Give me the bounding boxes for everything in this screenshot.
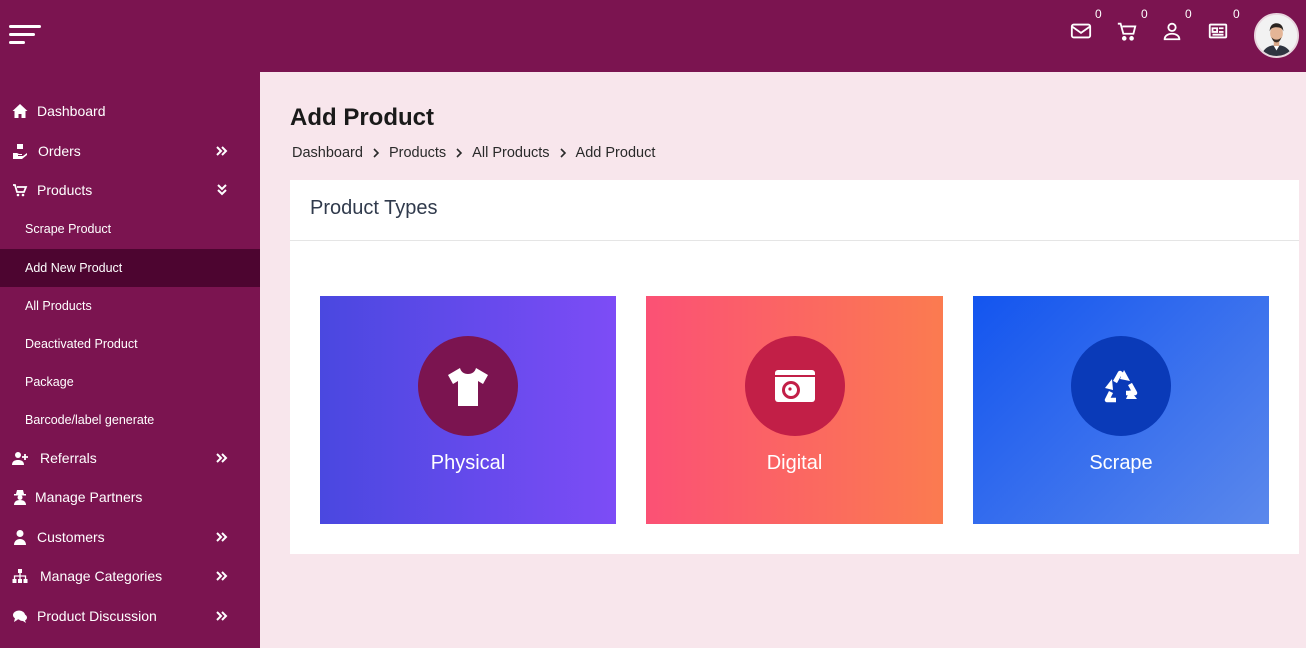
user-icon: [11, 529, 29, 545]
product-types-card: Product Types Physical Digital Scrape: [290, 180, 1299, 554]
card-title: Product Types: [310, 197, 438, 219]
sidebar-item-label: Orders: [38, 143, 81, 159]
chevron-right-icon: [456, 148, 463, 158]
hand-holding-box-icon: [11, 143, 29, 159]
user-secret-icon: [11, 489, 29, 505]
submenu-item-barcode-label-generate[interactable]: Barcode/label generate: [0, 401, 260, 439]
camera-icon: [744, 336, 845, 436]
sidebar-item-label: Manage Categories: [40, 568, 163, 584]
chevron-right-icon: [559, 148, 566, 158]
submenu-item-add-new-product[interactable]: Add New Product: [0, 249, 260, 287]
news-badge: 0: [1233, 7, 1240, 21]
top-navbar: 0 0 0 0: [0, 0, 1306, 72]
sidebar-item-label: Manage Partners: [35, 489, 143, 505]
chevron-double-right-icon: [216, 146, 228, 156]
sidebar-item-orders[interactable]: Orders: [0, 132, 260, 170]
divider: [290, 240, 1299, 241]
breadcrumb-current: Add Product: [575, 145, 656, 161]
submenu-item-package[interactable]: Package: [0, 363, 260, 401]
breadcrumb-all-products[interactable]: All Products: [472, 145, 549, 161]
avatar[interactable]: [1254, 13, 1299, 58]
sidebar-item-label: Dashboard: [37, 103, 106, 119]
users-badge: 0: [1185, 7, 1192, 21]
sidebar-item-dashboard[interactable]: Dashboard: [0, 92, 260, 130]
sidebar-item-manage-partners[interactable]: Manage Partners: [0, 478, 260, 516]
user-plus-icon: [11, 450, 29, 466]
sidebar-item-label: Customers: [37, 529, 105, 545]
tile-label: Digital: [766, 452, 823, 474]
sidebar-item-label: Product Discussion: [37, 608, 157, 624]
cart-badge: 0: [1141, 7, 1148, 21]
cart-icon[interactable]: 0: [1116, 7, 1148, 44]
submenu-item-deactivated-product[interactable]: Deactivated Product: [0, 325, 260, 363]
home-icon: [11, 103, 29, 119]
sidebar-item-label: Referrals: [40, 450, 97, 466]
product-type-scrape[interactable]: Scrape: [973, 296, 1269, 524]
sidebar-item-label: Products: [37, 182, 93, 198]
user-icon[interactable]: 0: [1161, 7, 1192, 44]
messages-badge: 0: [1095, 7, 1102, 21]
breadcrumb-products[interactable]: Products: [389, 145, 446, 161]
submenu-item-all-products[interactable]: All Products: [0, 287, 260, 325]
breadcrumb: Dashboard Products All Products Add Prod…: [292, 145, 655, 161]
sidebar-item-products[interactable]: Products: [0, 171, 260, 209]
chevron-double-right-icon: [216, 571, 228, 581]
sidebar: Dashboard Orders Products Scrape Product…: [0, 72, 260, 648]
chevron-double-right-icon: [216, 532, 228, 542]
product-type-digital[interactable]: Digital: [646, 296, 943, 524]
sitemap-icon: [11, 568, 29, 584]
tile-label: Physical: [430, 452, 506, 474]
chevron-double-right-icon: [216, 453, 228, 463]
messages-icon[interactable]: 0: [1070, 7, 1102, 44]
tile-label: Scrape: [1089, 452, 1153, 474]
sidebar-item-referrals[interactable]: Referrals: [0, 439, 260, 477]
newspaper-icon[interactable]: 0: [1207, 7, 1240, 44]
submenu-item-scrape-product[interactable]: Scrape Product: [0, 210, 260, 248]
cart-icon: [11, 182, 29, 198]
comments-icon: [11, 608, 29, 624]
chevron-right-icon: [373, 148, 380, 158]
sidebar-item-customers[interactable]: Customers: [0, 518, 260, 556]
sidebar-item-manage-categories[interactable]: Manage Categories: [0, 557, 260, 595]
breadcrumb-dashboard[interactable]: Dashboard: [292, 145, 363, 161]
main-content: Add Product Dashboard Products All Produ…: [260, 72, 1306, 648]
product-type-physical[interactable]: Physical: [320, 296, 616, 524]
page-title: Add Product: [290, 104, 434, 131]
sidebar-item-product-discussion[interactable]: Product Discussion: [0, 597, 260, 635]
recycle-icon: [1071, 336, 1171, 436]
chevron-double-down-icon: [217, 184, 227, 196]
menu-toggle-icon[interactable]: [9, 25, 41, 47]
tshirt-icon: [418, 336, 518, 436]
chevron-double-right-icon: [216, 611, 228, 621]
